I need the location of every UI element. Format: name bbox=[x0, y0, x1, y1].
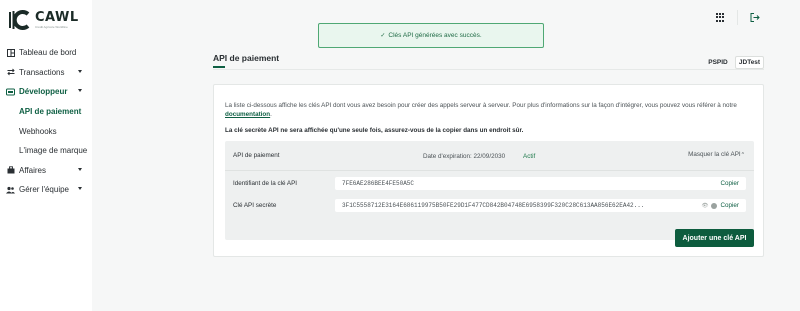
merchant-selector[interactable]: JDTest bbox=[735, 56, 764, 69]
api-key-panel: API de paiement Date d'expiration: 22/09… bbox=[225, 141, 754, 240]
secret-key-label: Clé API secrète bbox=[233, 202, 277, 209]
logout-icon[interactable] bbox=[750, 13, 760, 22]
api-key-name: API de paiement bbox=[233, 152, 280, 159]
sidebar: CAWL Crédit Agricole Worldline Tableau d… bbox=[0, 0, 92, 311]
success-toast: ✓ Clés API générées avec succès. bbox=[318, 23, 544, 48]
sidebar-item-label: Tableau de bord bbox=[19, 48, 77, 58]
sidebar-nav: Tableau de bord Transactions Développeur… bbox=[0, 43, 92, 200]
panel-divider bbox=[225, 170, 754, 171]
intro-text: La liste ci-dessous affiche les clés API… bbox=[225, 102, 755, 119]
secret-key-field: 3F1C5558712E3164E686119975B50FE29D1F477C… bbox=[335, 199, 746, 212]
sidebar-item-transactions[interactable]: Transactions bbox=[0, 63, 92, 83]
hide-api-key-label: Masquer la clé API bbox=[688, 151, 741, 158]
sidebar-item-dashboard[interactable]: Tableau de bord bbox=[0, 43, 92, 63]
sidebar-item-business[interactable]: Affaires bbox=[0, 161, 92, 181]
sidebar-item-label: Gérer l'équipe bbox=[19, 185, 69, 195]
topbar-divider bbox=[737, 10, 738, 25]
business-icon bbox=[6, 166, 15, 175]
logo[interactable]: CAWL Crédit Agricole Worldline bbox=[8, 8, 88, 32]
copy-secret-key-button[interactable]: 👁 Copier bbox=[701, 202, 739, 209]
key-id-label: Identifiant de la clé API bbox=[233, 180, 298, 187]
intro-end: . bbox=[270, 110, 272, 118]
sidebar-item-label: L'image de marque bbox=[19, 146, 88, 156]
documentation-link[interactable]: documentation bbox=[225, 111, 270, 118]
expiration-date: Date d'expiration: 22/09/2030 bbox=[423, 153, 506, 160]
chevron-down-icon bbox=[78, 89, 82, 93]
secret-key-value: 3F1C5558712E3164E686119975B50FE29D1F477C… bbox=[342, 202, 645, 209]
sidebar-item-branding[interactable]: L'image de marque bbox=[0, 141, 92, 161]
toast-message: Clés API générées avec succès. bbox=[388, 32, 482, 39]
api-key-panel-header: API de paiement Date d'expiration: 22/09… bbox=[225, 141, 754, 169]
team-icon bbox=[6, 185, 15, 194]
key-id-value: 7FE6AE286BEE4FE50A5C bbox=[342, 180, 415, 187]
brand-tagline: Crédit Agricole Worldline bbox=[35, 25, 68, 29]
cawl-logo-icon bbox=[9, 10, 30, 30]
copy-icon bbox=[711, 202, 718, 209]
sidebar-item-team[interactable]: Gérer l'équipe bbox=[0, 180, 92, 200]
sidebar-item-label: Webhooks bbox=[19, 126, 57, 136]
copy-key-id-button[interactable]: Copier bbox=[720, 180, 739, 187]
sidebar-item-webhooks[interactable]: Webhooks bbox=[0, 121, 92, 141]
sidebar-item-label: Transactions bbox=[19, 67, 65, 77]
sidebar-item-label: Affaires bbox=[19, 165, 46, 175]
header-divider bbox=[213, 69, 764, 70]
add-api-key-button[interactable]: Ajouter une clé API bbox=[675, 229, 754, 247]
dashboard-icon bbox=[6, 48, 15, 57]
chevron-down-icon bbox=[78, 167, 82, 171]
sidebar-item-payment-api[interactable]: API de paiement bbox=[0, 102, 92, 122]
apps-grid-icon[interactable] bbox=[716, 13, 725, 22]
brand-name: CAWL bbox=[35, 10, 79, 25]
eye-icon[interactable]: 👁 bbox=[701, 203, 708, 209]
status-badge: Actif bbox=[523, 153, 536, 160]
chevron-up-icon: ^ bbox=[741, 152, 744, 158]
page-title: API de paiement bbox=[213, 53, 280, 63]
chevron-down-icon bbox=[78, 69, 82, 73]
chevron-down-icon bbox=[78, 187, 82, 191]
sidebar-item-label: API de paiement bbox=[19, 107, 82, 117]
copy-label: Copier bbox=[720, 202, 739, 209]
sidebar-item-label: Développeur bbox=[19, 87, 68, 97]
key-id-field: 7FE6AE286BEE4FE50A5C Copier bbox=[335, 177, 746, 190]
sidebar-item-developer[interactable]: Développeur bbox=[0, 82, 92, 102]
developer-icon bbox=[6, 87, 15, 96]
check-icon: ✓ bbox=[380, 33, 386, 39]
hide-api-key-toggle[interactable]: Masquer la clé API^ bbox=[688, 151, 744, 158]
api-keys-card: La liste ci-dessous affiche les clés API… bbox=[213, 84, 764, 257]
secret-warning: La clé secrète API ne sera affichée qu'u… bbox=[225, 127, 524, 134]
intro-body: La liste ci-dessous affiche les clés API… bbox=[225, 102, 737, 109]
pspid-label: PSPID bbox=[708, 59, 728, 66]
title-underline bbox=[213, 66, 225, 68]
transactions-icon bbox=[6, 68, 15, 77]
